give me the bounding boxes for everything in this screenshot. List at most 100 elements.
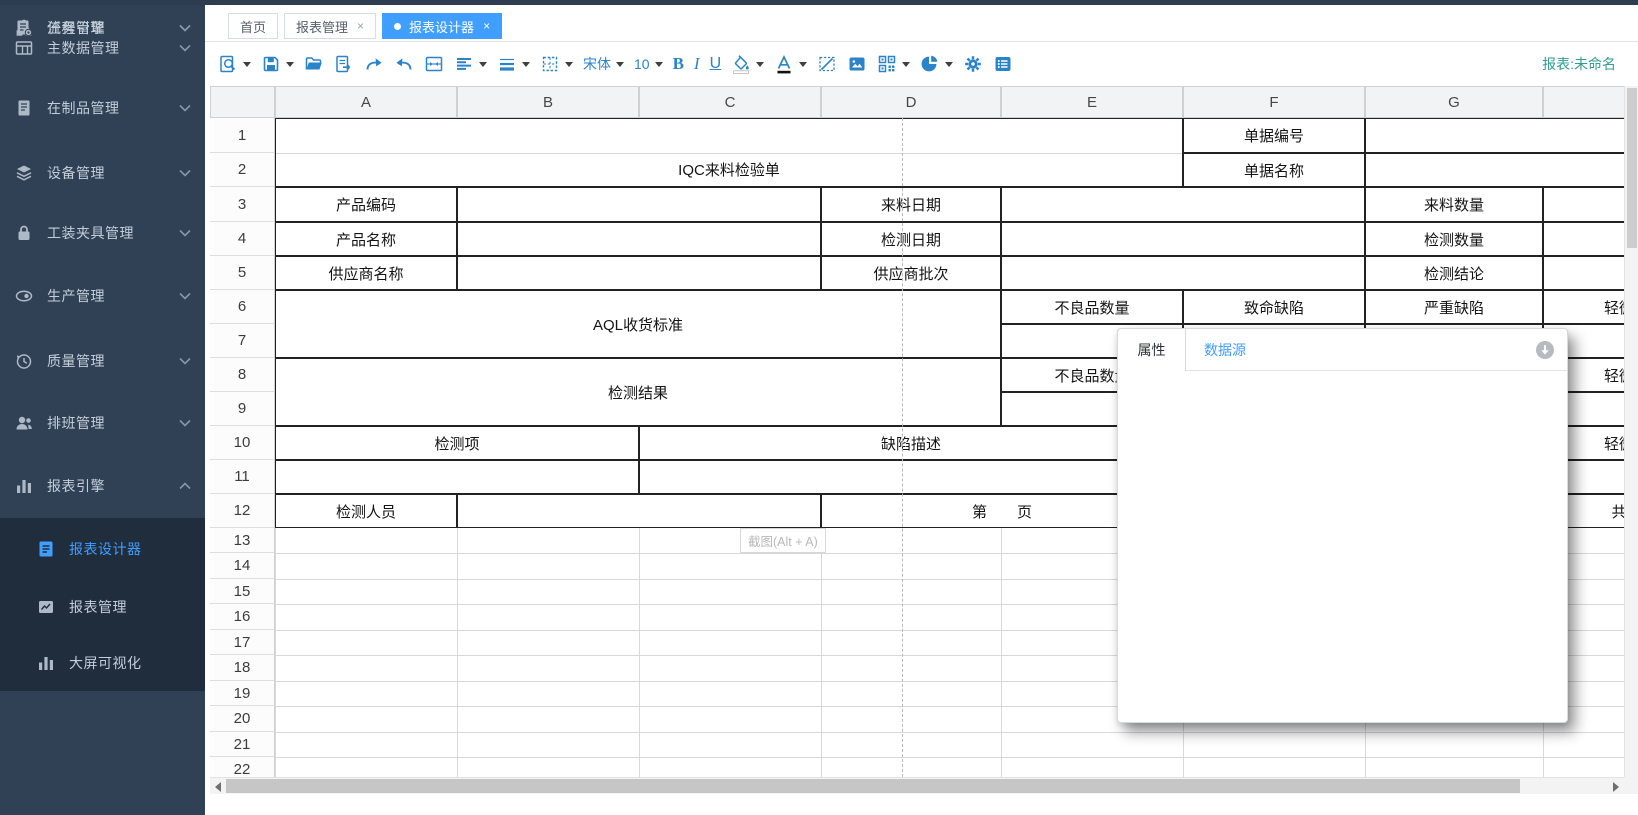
cell-E4[interactable]: [1001, 222, 1365, 256]
line-weight-button[interactable]: [492, 49, 535, 79]
sidebar-item-排班管理[interactable]: 排班管理: [0, 395, 205, 451]
close-icon[interactable]: ×: [357, 20, 364, 32]
cell-G6[interactable]: 严重缺陷: [1365, 290, 1543, 324]
cell-D3[interactable]: 来料日期: [821, 187, 1001, 222]
cell-B5[interactable]: [457, 256, 821, 290]
col-header-G[interactable]: G: [1365, 86, 1543, 118]
cell-B4[interactable]: [457, 222, 821, 256]
col-header-C[interactable]: C: [639, 86, 821, 118]
image-button[interactable]: [842, 49, 872, 79]
align-button[interactable]: [449, 49, 492, 79]
cell-A1[interactable]: [275, 118, 1183, 153]
settings-button[interactable]: [958, 49, 988, 79]
select-all-corner[interactable]: [210, 86, 275, 118]
row-header-8[interactable]: 8: [210, 358, 275, 392]
export-button[interactable]: [329, 49, 359, 79]
cell-H6[interactable]: 轻微缺陷: [1543, 290, 1624, 324]
horizontal-scrollbar[interactable]: [210, 777, 1624, 794]
cell-C11[interactable]: [639, 460, 1183, 494]
row-header-20[interactable]: 20: [210, 706, 275, 732]
cell-F6[interactable]: 致命缺陷: [1183, 290, 1365, 324]
row-header-22[interactable]: 22: [210, 757, 275, 777]
row-header-17[interactable]: 17: [210, 630, 275, 655]
chart-button[interactable]: [915, 49, 958, 79]
row-header-21[interactable]: 21: [210, 732, 275, 757]
sidebar-item-报表引擎[interactable]: 报表引擎: [0, 458, 205, 514]
cell-A6[interactable]: AQL收货标准: [275, 290, 1001, 358]
row-header-16[interactable]: 16: [210, 604, 275, 630]
row-header-6[interactable]: 6: [210, 290, 275, 324]
vertical-scrollbar[interactable]: [1624, 46, 1638, 794]
cell-H3[interactable]: [1543, 187, 1624, 222]
cell-G4[interactable]: 检测数量: [1365, 222, 1543, 256]
cell-E3[interactable]: [1001, 187, 1365, 222]
open-button[interactable]: [299, 49, 329, 79]
cell-C10[interactable]: 缺陷描述: [639, 426, 1183, 460]
cell-B12[interactable]: [457, 494, 821, 528]
cell-F2[interactable]: 单据名称: [1183, 153, 1365, 187]
cell-A2[interactable]: IQC来料检验单: [275, 153, 1183, 187]
sidebar-subitem-报表设计器[interactable]: 报表设计器: [0, 521, 205, 577]
cell-H5[interactable]: [1543, 256, 1624, 290]
cell-D5[interactable]: 供应商批次: [821, 256, 1001, 290]
cell-G5[interactable]: 检测结论: [1365, 256, 1543, 290]
row-header-11[interactable]: 11: [210, 460, 275, 494]
sidebar-item-质量管理[interactable]: 质量管理: [0, 333, 205, 389]
panel-tab-属性[interactable]: 属性: [1117, 328, 1186, 371]
row-header-7[interactable]: 7: [210, 324, 275, 358]
font-size-button[interactable]: 10: [629, 49, 668, 79]
col-header-E[interactable]: E: [1001, 86, 1183, 118]
row-header-19[interactable]: 19: [210, 681, 275, 706]
sidebar-item-生产管理[interactable]: 生产管理: [0, 268, 205, 324]
scroll-left-icon[interactable]: [215, 782, 221, 792]
sidebar-item-任务管理[interactable]: 任务管理: [0, 0, 205, 56]
sidebar-subitem-报表管理[interactable]: 报表管理: [0, 579, 205, 635]
tab-报表管理[interactable]: 报表管理×: [284, 13, 376, 39]
borders-button[interactable]: [535, 49, 578, 79]
row-header-5[interactable]: 5: [210, 256, 275, 290]
row-header-3[interactable]: 3: [210, 187, 275, 222]
barcode-button[interactable]: [872, 49, 915, 79]
font-color-button[interactable]: [769, 49, 812, 79]
sidebar-item-工装夹具管理[interactable]: 工装夹具管理: [0, 205, 205, 261]
row-header-10[interactable]: 10: [210, 426, 275, 460]
row-header-18[interactable]: 18: [210, 655, 275, 681]
cell-G2[interactable]: [1365, 153, 1624, 187]
font-family-button[interactable]: 宋体: [578, 49, 629, 79]
tab-报表设计器[interactable]: 报表设计器×: [382, 13, 502, 39]
panel-tab-数据源[interactable]: 数据源: [1204, 329, 1246, 371]
cell-A5[interactable]: 供应商名称: [275, 256, 457, 290]
row-header-15[interactable]: 15: [210, 579, 275, 604]
row-header-12[interactable]: 12: [210, 494, 275, 528]
sidebar-subitem-大屏可视化[interactable]: 大屏可视化: [0, 635, 205, 691]
cell-A11[interactable]: [275, 460, 639, 494]
save-button[interactable]: [256, 49, 299, 79]
cell-A10[interactable]: 检测项: [275, 426, 639, 460]
fill-color-button[interactable]: [726, 49, 769, 79]
row-header-14[interactable]: 14: [210, 553, 275, 579]
sidebar-item-设备管理[interactable]: 设备管理: [0, 145, 205, 201]
cell-E6[interactable]: 不良品数量: [1001, 290, 1183, 324]
row-header-13[interactable]: 13: [210, 528, 275, 553]
panel-collapse-button[interactable]: [1535, 340, 1555, 360]
cell-F1[interactable]: 单据编号: [1183, 118, 1365, 153]
sidebar-item-在制品管理[interactable]: 在制品管理: [0, 80, 205, 136]
row-header-9[interactable]: 9: [210, 392, 275, 426]
row-header-1[interactable]: 1: [210, 118, 275, 153]
cell-A8[interactable]: 检测结果: [275, 358, 1001, 426]
col-header-F[interactable]: F: [1183, 86, 1365, 118]
col-header-D[interactable]: D: [821, 86, 1001, 118]
tab-首页[interactable]: 首页: [228, 13, 278, 39]
close-icon[interactable]: ×: [483, 20, 490, 32]
cell-B3[interactable]: [457, 187, 821, 222]
cell-E5[interactable]: [1001, 256, 1365, 290]
col-header-A[interactable]: A: [275, 86, 457, 118]
undo-button[interactable]: [389, 49, 419, 79]
cell-A4[interactable]: 产品名称: [275, 222, 457, 256]
row-header-2[interactable]: 2: [210, 153, 275, 187]
cell-A3[interactable]: 产品编码: [275, 187, 457, 222]
scroll-right-icon[interactable]: [1613, 782, 1619, 792]
merge-cells-button[interactable]: [419, 49, 449, 79]
col-header-B[interactable]: B: [457, 86, 639, 118]
horizontal-scrollbar-thumb[interactable]: [226, 779, 1520, 793]
